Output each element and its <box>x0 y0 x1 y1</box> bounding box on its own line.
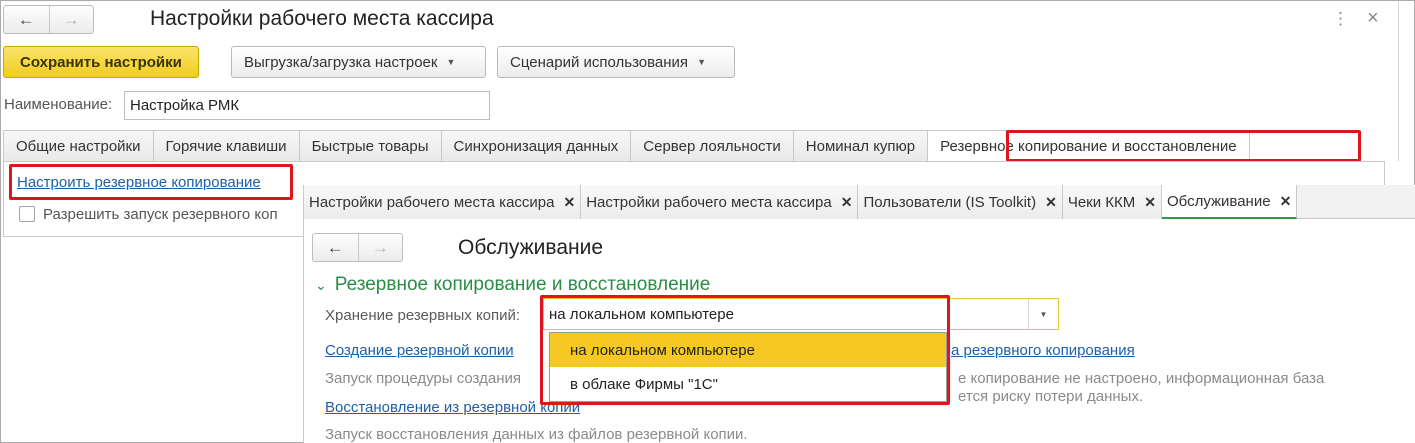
chevron-down-icon: ▼ <box>697 57 706 67</box>
tab-label: Пользователи (IS Toolkit) <box>863 193 1037 211</box>
usage-scenario-button[interactable]: Сценарий использования ▼ <box>497 46 735 78</box>
tab-kkm-receipts[interactable]: Чеки ККМ ✕ <box>1062 185 1162 219</box>
tab-label: Горячие клавиши <box>165 137 287 155</box>
tab-cashier-settings-1[interactable]: Настройки рабочего места кассира ✕ <box>304 185 582 219</box>
chevron-down-icon: ⌄ <box>315 277 327 293</box>
close-tab-icon[interactable]: ✕ <box>1280 193 1292 210</box>
tab-users[interactable]: Пользователи (IS Toolkit) ✕ <box>858 185 1063 219</box>
close-tab-icon[interactable]: ✕ <box>841 194 853 211</box>
tab-loyalty-server[interactable]: Сервер лояльности <box>631 130 794 162</box>
tab-label: Синхронизация данных <box>453 137 619 155</box>
close-tab-icon[interactable]: ✕ <box>1144 194 1156 211</box>
save-settings-button[interactable]: Сохранить настройки <box>3 46 199 78</box>
tab-maintenance[interactable]: Обслуживание ✕ <box>1161 185 1298 219</box>
forward-arrow-icon[interactable]: → <box>357 234 403 261</box>
tab-label: Настройки рабочего места кассира <box>309 193 555 211</box>
tab-label: Обслуживание <box>1166 192 1271 210</box>
tab-cashier-settings-2[interactable]: Настройки рабочего места кассира ✕ <box>581 185 859 219</box>
tab-label: Чеки ККМ <box>1067 193 1136 211</box>
back-arrow-icon[interactable]: ← <box>4 6 49 33</box>
service-nav-buttons: ← → <box>312 233 403 262</box>
service-title: Обслуживание <box>458 236 604 259</box>
tab-label: Быстрые товары <box>311 137 429 155</box>
close-tab-icon[interactable]: ✕ <box>1045 194 1057 211</box>
close-icon[interactable]: × <box>1367 7 1379 30</box>
name-input[interactable]: Настройка РМК <box>124 91 490 120</box>
create-backup-description: Запуск процедуры создания <box>325 370 521 387</box>
name-value: Настройка РМК <box>130 97 240 114</box>
tab-label: Сервер лояльности <box>643 137 781 155</box>
backup-settings-link[interactable]: а резервного копирования <box>951 342 1135 359</box>
allow-backup-checkbox[interactable] <box>19 206 35 222</box>
tab-general[interactable]: Общие настройки <box>3 130 154 162</box>
highlight-frame <box>1006 130 1361 162</box>
save-settings-label: Сохранить настройки <box>20 53 182 71</box>
backup-section-header[interactable]: ⌄ Резервное копирование и восстановление <box>315 274 710 296</box>
dropdown-arrow-icon[interactable]: ▼ <box>1028 299 1058 329</box>
tab-hotkeys[interactable]: Горячие клавиши <box>153 130 300 162</box>
highlight-frame <box>9 164 293 200</box>
window-title: Настройки рабочего места кассира <box>150 7 494 30</box>
tab-label: Общие настройки <box>16 137 141 155</box>
allow-backup-label: Разрешить запуск резервного коп <box>43 206 278 223</box>
nav-buttons: ← → <box>3 5 94 34</box>
tab-label: Настройки рабочего места кассира <box>586 193 832 211</box>
highlight-frame <box>540 295 950 405</box>
more-actions-icon[interactable]: ⋮ <box>1332 9 1349 29</box>
back-arrow-icon[interactable]: ← <box>313 234 358 261</box>
forward-arrow-icon[interactable]: → <box>48 6 94 33</box>
chevron-down-icon: ▼ <box>446 57 456 67</box>
backup-warning-line2: ется риску потери данных. <box>958 388 1144 405</box>
create-backup-link[interactable]: Создание резервной копии <box>325 342 514 359</box>
export-import-settings-button[interactable]: Выгрузка/загрузка настроек ▼ <box>231 46 486 78</box>
restore-description: Запуск восстановления данных из файлов р… <box>325 426 748 443</box>
name-label: Наименование: <box>4 96 113 113</box>
export-import-label: Выгрузка/загрузка настроек <box>244 53 438 71</box>
tab-banknotes[interactable]: Номинал купюр <box>793 130 929 162</box>
usage-scenario-label: Сценарий использования <box>510 53 689 71</box>
tab-data-sync[interactable]: Синхронизация данных <box>441 130 632 162</box>
tab-quick-goods[interactable]: Быстрые товары <box>299 130 442 162</box>
backup-warning-line1: е копирование не настроено, информационн… <box>958 370 1325 387</box>
service-window-tabs: Настройки рабочего места кассира ✕ Настр… <box>304 185 1415 219</box>
scrollbar-track <box>1398 1 1399 161</box>
tab-label: Номинал купюр <box>805 137 916 155</box>
backup-section-title: Резервное копирование и восстановление <box>334 274 711 295</box>
close-tab-icon[interactable]: ✕ <box>563 194 575 211</box>
storage-label: Хранение резервных копий: <box>325 307 521 324</box>
